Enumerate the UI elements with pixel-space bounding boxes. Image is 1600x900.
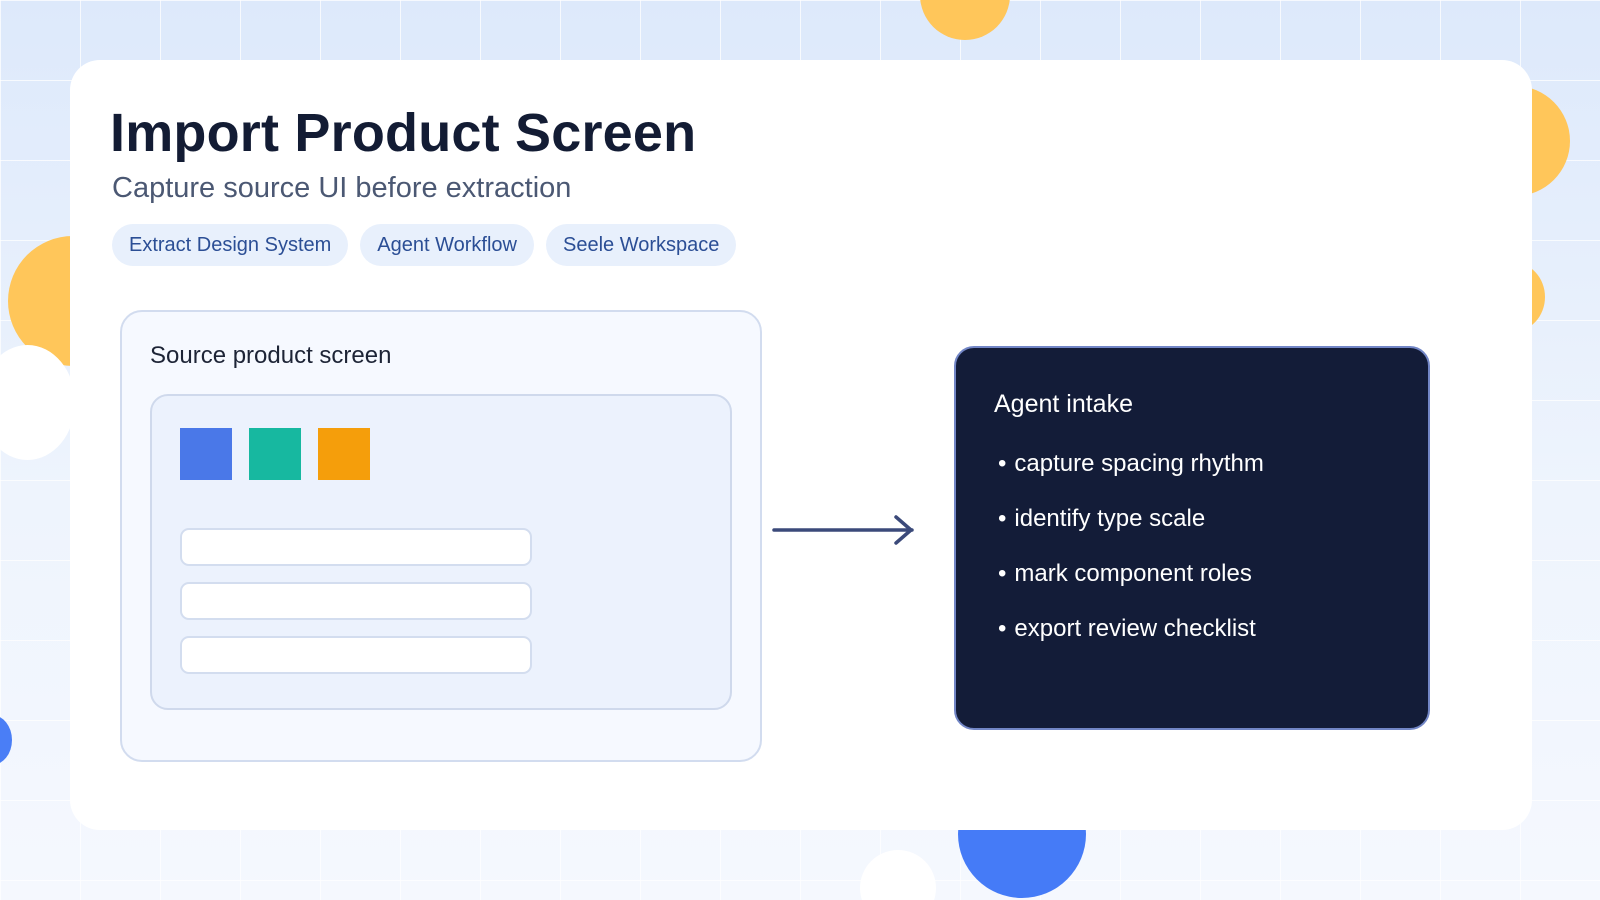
tag-extract-design-system[interactable]: Extract Design System [112, 224, 349, 266]
slide-canvas: Import Product Screen Capture source UI … [0, 0, 1600, 900]
bullet-glyph: • [998, 615, 1007, 642]
list-item-text: capture spacing rhythm [1014, 450, 1264, 477]
flow-arrow-icon [772, 515, 914, 545]
bullet-glyph: • [998, 560, 1007, 587]
bullet-glyph: • [998, 450, 1007, 477]
tag-agent-workflow[interactable]: Agent Workflow [360, 224, 534, 266]
list-item: • mark component roles [998, 560, 1264, 615]
color-swatch-orange [318, 428, 370, 480]
agent-intake-list: • capture spacing rhythm • identify type s… [998, 450, 1264, 670]
source-screen-preview [150, 394, 732, 710]
page-title: Import Product Screen [110, 103, 697, 163]
list-item: • export review checklist [998, 615, 1264, 670]
list-item-text: mark component roles [1014, 560, 1252, 587]
agent-panel-title: Agent intake [994, 390, 1133, 418]
main-card: Import Product Screen Capture source UI … [70, 60, 1532, 830]
agent-intake-panel: Agent intake • capture spacing rhythm • id… [954, 346, 1430, 730]
page-subtitle: Capture source UI before extraction [112, 172, 572, 204]
source-panel-title: Source product screen [150, 342, 392, 369]
list-item: • identify type scale [998, 505, 1264, 560]
color-swatch-teal [249, 428, 301, 480]
tag-seele-workspace[interactable]: Seele Workspace [545, 224, 737, 266]
tag-list: Extract Design System Agent Workflow See… [112, 224, 737, 266]
placeholder-text-line [180, 582, 532, 620]
source-product-panel: Source product screen [120, 310, 762, 762]
list-item-text: export review checklist [1014, 615, 1256, 642]
placeholder-text-line [180, 636, 532, 674]
list-item: • capture spacing rhythm [998, 450, 1264, 505]
color-swatch-blue [180, 428, 232, 480]
bullet-glyph: • [998, 505, 1007, 532]
list-item-text: identify type scale [1014, 505, 1206, 532]
placeholder-text-line [180, 528, 532, 566]
